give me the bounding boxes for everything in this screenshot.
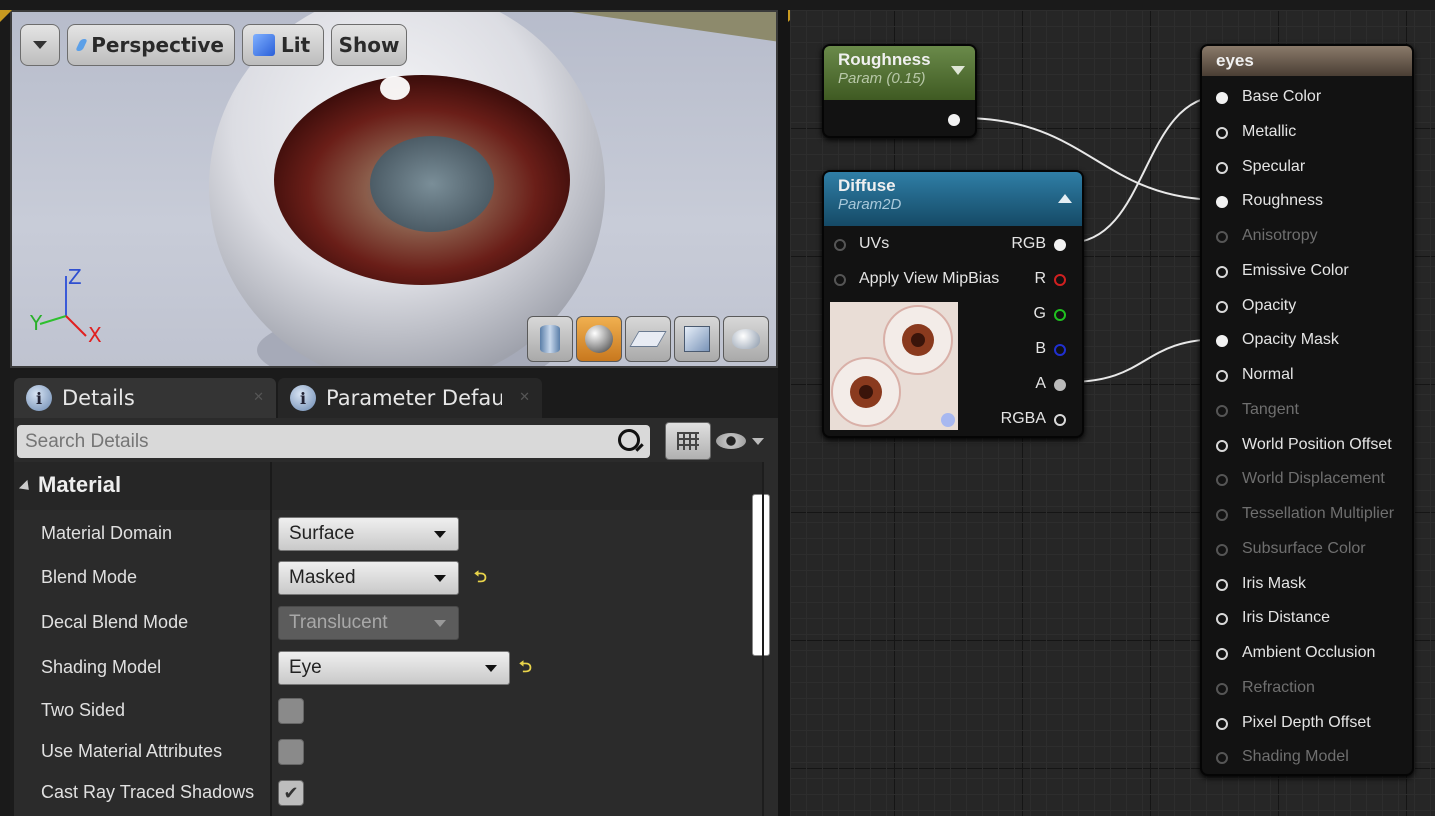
- mipbias-input-pin[interactable]: [834, 274, 846, 286]
- result-input-label: Iris Mask: [1242, 574, 1306, 592]
- g-output-pin[interactable]: [1054, 309, 1066, 321]
- roughness-node-subtitle: Param (0.15): [838, 70, 926, 87]
- r-output-label: R: [1034, 270, 1046, 287]
- result-input-pin[interactable]: [1216, 126, 1228, 139]
- result-input-pin[interactable]: [1216, 682, 1228, 695]
- result-input-label: Opacity Mask: [1242, 331, 1339, 349]
- result-node-title: eyes: [1216, 51, 1254, 70]
- result-input-label: Iris Distance: [1242, 609, 1331, 627]
- result-input-label: Refraction: [1242, 678, 1315, 696]
- result-input-pin[interactable]: [1216, 231, 1228, 243]
- b-output-pin[interactable]: [1054, 344, 1066, 356]
- result-input-pin[interactable]: [1216, 92, 1228, 104]
- result-input-pin[interactable]: [1216, 404, 1228, 417]
- uvs-input-pin[interactable]: [834, 239, 846, 251]
- result-input-pin[interactable]: [1216, 717, 1228, 730]
- result-input-pin[interactable]: [1216, 613, 1228, 626]
- result-input-pin[interactable]: [1216, 578, 1228, 591]
- result-input-label: World Displacement: [1242, 470, 1385, 488]
- collapse-node-icon[interactable]: [1058, 194, 1072, 203]
- uvs-input-label: UVs: [859, 235, 890, 252]
- result-input-pin[interactable]: [1216, 300, 1228, 313]
- result-input-label: Shading Model: [1242, 748, 1349, 766]
- result-input-pin[interactable]: [1216, 265, 1228, 278]
- result-input-label: Tessellation Multiplier: [1242, 505, 1395, 522]
- result-node-header: eyes: [1202, 46, 1412, 76]
- result-input-pin[interactable]: [1216, 509, 1228, 521]
- b-output-label: B: [1035, 340, 1046, 357]
- result-input-label: Pixel Depth Offset: [1242, 713, 1371, 731]
- result-input-pin[interactable]: [1216, 752, 1228, 765]
- result-input-pin[interactable]: [1216, 370, 1228, 382]
- rgb-output-label: RGB: [1011, 235, 1046, 252]
- result-input-label: Subsurface Color: [1242, 539, 1366, 557]
- result-input-pin[interactable]: [1216, 335, 1228, 348]
- roughness-param-node[interactable]: Roughness Param (0.15): [822, 44, 977, 138]
- diffuse-node-title: Diffuse: [838, 176, 896, 195]
- rgba-output-pin[interactable]: [1054, 414, 1066, 426]
- roughness-node-title: Roughness: [838, 50, 931, 69]
- r-output-pin[interactable]: [1054, 274, 1066, 286]
- g-output-label: G: [1033, 305, 1046, 322]
- wire-base-color: [1067, 95, 1223, 244]
- rgb-output-pin[interactable]: [1054, 239, 1066, 251]
- result-input-label: Tangent: [1242, 400, 1299, 418]
- result-input-pin[interactable]: [1216, 474, 1228, 487]
- roughness-output-pin[interactable]: [948, 114, 960, 126]
- rgba-output-label: RGBA: [1000, 410, 1046, 427]
- a-output-label: A: [1035, 375, 1046, 392]
- result-input-label: Specular: [1242, 157, 1306, 175]
- result-input-label: Metallic: [1242, 122, 1297, 140]
- result-input-label: World Position Offset: [1242, 435, 1392, 453]
- result-input-pin[interactable]: [1216, 161, 1228, 174]
- a-output-pin[interactable]: [1054, 379, 1066, 391]
- result-input-label: Normal: [1242, 366, 1294, 383]
- diffuse-texture-node[interactable]: Diffuse Param2D UVs Apply View MipBias R…: [822, 170, 1084, 438]
- result-input-label: Base Color: [1242, 88, 1322, 105]
- result-input-pin[interactable]: [1216, 543, 1228, 556]
- result-input-label: Opacity: [1242, 296, 1297, 314]
- collapse-node-icon[interactable]: [951, 66, 965, 75]
- texture-thumbnail: [830, 302, 958, 430]
- result-input-label: Ambient Occlusion: [1242, 644, 1376, 661]
- result-input-label: Roughness: [1242, 192, 1323, 210]
- result-input-pin[interactable]: [1216, 439, 1228, 452]
- result-input-pin[interactable]: [1216, 196, 1228, 209]
- wire-opacity-mask: [1067, 338, 1223, 383]
- mipbias-input-label: Apply View MipBias: [859, 270, 1000, 287]
- material-result-node[interactable]: eyes Base Color Metallic Specular Roughness…: [1200, 44, 1414, 776]
- result-input-pin[interactable]: [1216, 648, 1228, 660]
- diffuse-node-header: Diffuse Param2D: [824, 172, 1082, 226]
- diffuse-node-subtitle: Param2D: [838, 196, 902, 213]
- result-input-label: Anisotropy: [1242, 227, 1318, 244]
- result-input-label: Emissive Color: [1242, 261, 1349, 279]
